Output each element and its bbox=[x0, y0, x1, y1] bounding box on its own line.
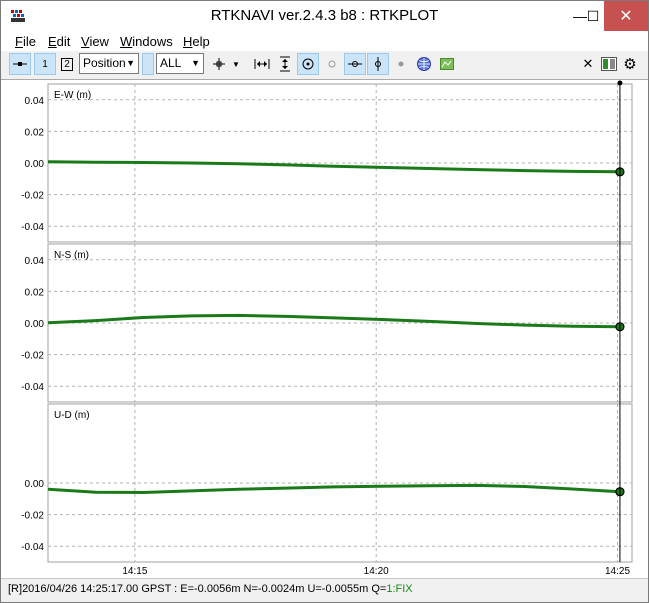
menu-view[interactable]: View bbox=[81, 34, 109, 49]
solution-both-button[interactable] bbox=[9, 53, 31, 75]
y-tick-label: -0.04 bbox=[21, 382, 44, 393]
chevron-down-icon: ▼ bbox=[191, 58, 200, 68]
y-tick-label: 0.00 bbox=[25, 479, 45, 490]
title-bar[interactable]: RTKNAVI ver.2.4.3 b8 : RTKPLOT — ☐ ✕ bbox=[1, 1, 648, 31]
panel-frame-2 bbox=[47, 243, 633, 403]
x-tick-label: 14:15 bbox=[122, 566, 147, 577]
y-tick-label: 0.04 bbox=[25, 96, 45, 107]
y-tick-label: -0.04 bbox=[21, 542, 44, 553]
window-title: RTKNAVI ver.2.4.3 b8 : RTKPLOT bbox=[210, 7, 439, 24]
settings-button[interactable]: ⚙ bbox=[619, 53, 641, 75]
gear-icon: ⚙ bbox=[623, 56, 637, 73]
maximize-button[interactable]: ☐ bbox=[581, 1, 605, 31]
close-button[interactable]: ✕ bbox=[604, 1, 648, 31]
app-window: RTKNAVI ver.2.4.3 b8 : RTKPLOT — ☐ ✕ Fil… bbox=[0, 0, 649, 603]
y-tick-label: 0.00 bbox=[25, 159, 45, 170]
y-tick-label: -0.02 bbox=[21, 351, 44, 362]
fit-vertical-button[interactable] bbox=[274, 53, 296, 75]
globe-icon bbox=[417, 57, 431, 71]
satellite-select[interactable]: ALL ▼ bbox=[156, 53, 204, 74]
status-quality: 1:FIX bbox=[386, 583, 413, 595]
panel-frame-3 bbox=[47, 403, 633, 563]
layout-icon bbox=[601, 57, 617, 71]
menu-bar: File Edit View Windows Help bbox=[1, 31, 648, 51]
show-vertical-button[interactable] bbox=[367, 53, 389, 75]
dropdown-arrow-icon: ▼ bbox=[232, 59, 240, 69]
map-icon bbox=[440, 58, 454, 70]
center-origin-button[interactable] bbox=[297, 53, 319, 75]
vertical-point-icon bbox=[375, 57, 381, 71]
close-icon: ✕ bbox=[582, 56, 594, 71]
skyplot-button[interactable] bbox=[413, 53, 435, 75]
time-cursor-handle bbox=[617, 80, 623, 86]
dot-icon bbox=[398, 61, 404, 67]
y-tick-label: -0.02 bbox=[21, 511, 44, 522]
close-panel-button[interactable]: ✕ bbox=[577, 53, 599, 75]
y-tick-label: 0.02 bbox=[25, 287, 45, 298]
fit-horizontal-icon bbox=[254, 59, 270, 69]
toolbar: 1 2 Position ▼ ALL ▼ ▼ ✕ ⚙ bbox=[1, 51, 648, 77]
layout-button[interactable] bbox=[598, 53, 620, 75]
y-tick-label: 0.04 bbox=[25, 256, 45, 267]
solution-2-button[interactable]: 2 bbox=[56, 53, 78, 75]
solution-line-icon bbox=[13, 62, 27, 66]
small-circle-icon bbox=[328, 60, 336, 68]
status-bar: [R]2016/04/26 14:25:17.00 GPST : E=-0.00… bbox=[1, 578, 648, 602]
panel-ylabel: E-W (m) bbox=[54, 90, 91, 101]
show-error-button[interactable] bbox=[344, 53, 366, 75]
cursor-dropdown[interactable]: ▼ bbox=[229, 53, 243, 75]
fit-horizontal-button[interactable] bbox=[251, 53, 273, 75]
status-text: 2016/04/26 14:25:17.00 GPST : E=-0.0056m… bbox=[22, 583, 387, 595]
fit-vertical-icon bbox=[280, 56, 290, 72]
y-tick-label: -0.04 bbox=[21, 222, 44, 233]
menu-windows[interactable]: Windows bbox=[120, 34, 173, 49]
maximize-icon: ☐ bbox=[586, 7, 600, 24]
separator-toggle[interactable] bbox=[142, 53, 154, 75]
panel-ylabel: U-D (m) bbox=[54, 410, 90, 421]
y-tick-label: 0.02 bbox=[25, 127, 45, 138]
google-earth-button[interactable] bbox=[436, 53, 458, 75]
menu-edit[interactable]: Edit bbox=[48, 34, 70, 49]
plot-type-select[interactable]: Position ▼ bbox=[79, 53, 139, 74]
x-tick-label: 14:25 bbox=[605, 566, 630, 577]
point-line-icon bbox=[348, 61, 362, 67]
x-tick-label: 14:20 bbox=[364, 566, 389, 577]
crosshair-icon bbox=[213, 58, 225, 70]
show-points-button[interactable] bbox=[321, 53, 343, 75]
panel-ylabel: N-S (m) bbox=[54, 250, 89, 261]
chevron-down-icon: ▼ bbox=[126, 58, 135, 68]
y-tick-label: 0.00 bbox=[25, 319, 45, 330]
status-prefix: [R] bbox=[8, 583, 23, 595]
cursor-mode-button[interactable] bbox=[208, 53, 230, 75]
center-origin-icon bbox=[302, 58, 314, 70]
menu-file[interactable]: File bbox=[15, 34, 36, 49]
show-dot-button[interactable] bbox=[390, 53, 412, 75]
position-plot[interactable]: 0.04 0.02 0.00 -0.02 -0.04 E-W (m) 0.04 0.02 0.0… bbox=[1, 80, 648, 579]
plot-area[interactable]: 0.04 0.02 0.00 -0.02 -0.04 E-W (m) 0.04 0.02 0.0… bbox=[1, 79, 648, 578]
close-window-icon: ✕ bbox=[619, 8, 633, 25]
menu-help[interactable]: Help bbox=[183, 34, 210, 49]
solution-1-button[interactable]: 1 bbox=[34, 53, 56, 75]
y-tick-label: -0.02 bbox=[21, 191, 44, 202]
